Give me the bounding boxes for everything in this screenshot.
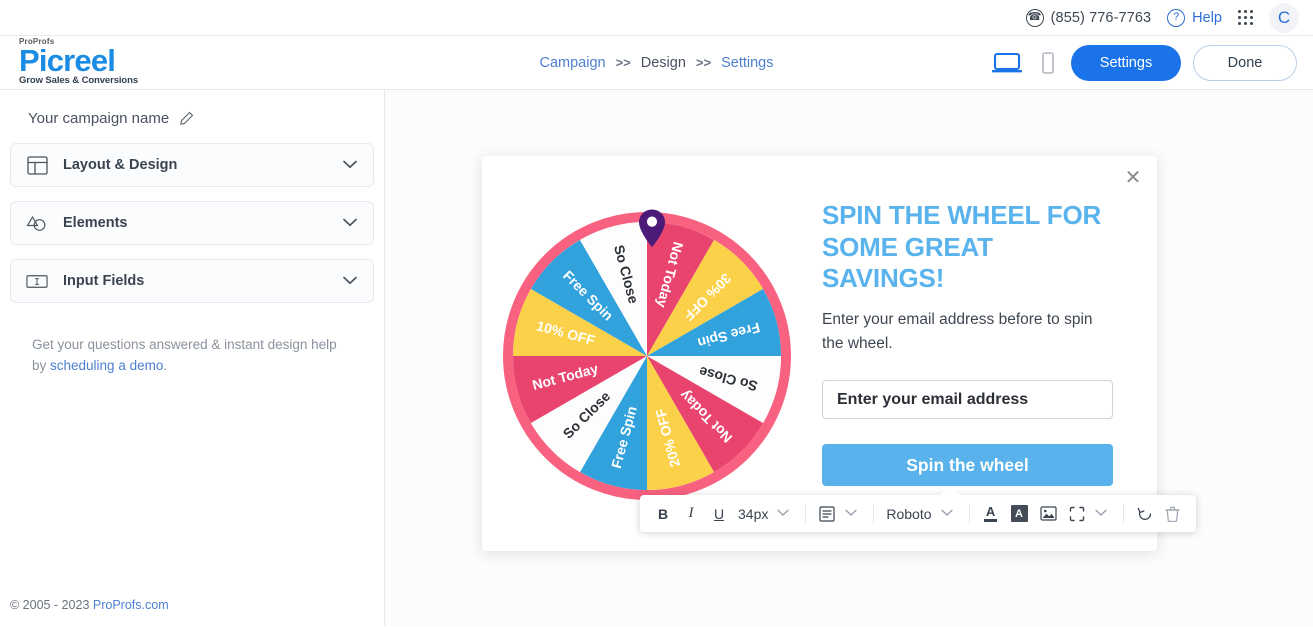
- app-body: Your campaign name Layout & Design Eleme…: [0, 90, 1313, 626]
- bold-button[interactable]: B: [650, 500, 676, 528]
- phone-number[interactable]: ☎ (855) 776-7763: [1025, 8, 1152, 27]
- footer-copyright: © 2005 - 2023 ProProfs.com: [10, 598, 169, 612]
- sidebar-help-text: Get your questions answered & instant de…: [10, 317, 374, 377]
- app-header: ProProfs Picreel Grow Sales & Conversion…: [0, 36, 1313, 90]
- font-size-value[interactable]: 34px: [734, 506, 772, 522]
- help-button[interactable]: ? Help: [1167, 8, 1222, 27]
- chevron-down-icon[interactable]: [343, 214, 357, 232]
- text-format-toolbar: B I U 34px Roboto A A: [640, 486, 1196, 532]
- close-icon[interactable]: ✕: [1121, 166, 1145, 190]
- question-circle-icon: ?: [1167, 8, 1186, 27]
- toolbar-divider: [873, 503, 875, 524]
- toolbar-divider: [805, 503, 807, 524]
- chevron-down-icon[interactable]: [343, 156, 357, 174]
- sidebar-item-input-fields[interactable]: Input Fields: [10, 259, 374, 303]
- crop-icon[interactable]: [1064, 500, 1090, 528]
- proprofs-link[interactable]: ProProfs.com: [93, 598, 169, 612]
- text-input-icon: [26, 270, 48, 292]
- campaign-name-row: Your campaign name: [10, 90, 374, 143]
- spin-the-wheel-button[interactable]: Spin the wheel: [822, 444, 1113, 487]
- chevron-down-icon[interactable]: [842, 508, 865, 520]
- trash-icon[interactable]: [1160, 500, 1186, 528]
- popup-headline[interactable]: SPIN THE WHEEL FOR SOME GREAT SAVINGS!: [822, 200, 1113, 295]
- avatar-initial: C: [1277, 7, 1291, 27]
- avatar[interactable]: C: [1269, 2, 1299, 33]
- campaign-name-label: Your campaign name: [28, 110, 170, 127]
- popup-content-pane: SPIN THE WHEEL FOR SOME GREAT SAVINGS! E…: [812, 156, 1157, 551]
- phone-circle-icon: ☎: [1025, 8, 1044, 27]
- breadcrumb-item-settings[interactable]: Settings: [721, 55, 773, 71]
- logo-tagline: Grow Sales & Conversions: [19, 75, 139, 87]
- help-text-period: .: [163, 357, 168, 373]
- sidebar: Your campaign name Layout & Design Eleme…: [0, 90, 385, 626]
- reset-icon[interactable]: [1132, 500, 1158, 528]
- breadcrumb-item-design[interactable]: Design: [641, 55, 686, 71]
- font-family-value[interactable]: Roboto: [882, 506, 935, 522]
- wheel-pane: Not Today 30% OFF Free Spin So Close Not Tod…: [482, 156, 812, 551]
- underline-button[interactable]: U: [706, 500, 732, 528]
- spin-wheel[interactable]: Not Today 30% OFF Free Spin So Close Not Tod…: [503, 209, 791, 500]
- logo-main-label: Picreel: [19, 42, 116, 78]
- sidebar-item-layout-design[interactable]: Layout & Design: [10, 143, 374, 187]
- highlight-color-icon[interactable]: A: [1006, 500, 1033, 528]
- copyright-text: © 2005 - 2023: [10, 598, 93, 612]
- grid-apps-icon[interactable]: [1238, 10, 1253, 25]
- schedule-demo-link[interactable]: scheduling a demo: [50, 358, 163, 373]
- breadcrumb-separator: >>: [615, 55, 631, 70]
- shapes-icon: [26, 212, 48, 234]
- settings-button[interactable]: Settings: [1071, 44, 1181, 81]
- breadcrumb-item-campaign[interactable]: Campaign: [539, 55, 605, 71]
- mobile-preview-icon[interactable]: [1037, 49, 1059, 77]
- help-label: Help: [1192, 9, 1222, 26]
- sidebar-item-label: Input Fields: [63, 273, 145, 289]
- done-button[interactable]: Done: [1193, 44, 1297, 81]
- chevron-down-icon[interactable]: [938, 508, 961, 520]
- email-input[interactable]: [822, 380, 1113, 420]
- text-align-icon[interactable]: [814, 500, 840, 528]
- chevron-down-icon[interactable]: [1092, 508, 1115, 520]
- spin-wheel-graphic[interactable]: Not Today30% OFFFree SpinSo CloseNot Tod…: [503, 211, 791, 500]
- breadcrumb-separator: >>: [695, 55, 712, 70]
- chevron-down-icon[interactable]: [343, 272, 357, 290]
- design-canvas: ✕ Not Today 30% OFF Free Spin So Close Not T…: [385, 90, 1313, 626]
- top-utility-bar: ☎ (855) 776-7763 ? Help C: [0, 0, 1313, 36]
- sidebar-item-label: Layout & Design: [63, 157, 178, 173]
- desktop-preview-icon[interactable]: [989, 50, 1025, 76]
- header-actions: Settings Done: [989, 44, 1313, 81]
- toolbar-divider: [1122, 503, 1124, 524]
- pencil-icon[interactable]: [179, 111, 194, 126]
- sidebar-item-label: Elements: [63, 215, 128, 231]
- layout-grid-icon: [26, 154, 48, 176]
- chevron-down-icon[interactable]: [774, 508, 797, 520]
- popup-preview: ✕ Not Today 30% OFF Free Spin So Close Not T…: [482, 156, 1157, 551]
- italic-button[interactable]: I: [678, 500, 704, 528]
- logo[interactable]: ProProfs Picreel Grow Sales & Conversion…: [0, 37, 385, 88]
- text-color-icon[interactable]: A: [978, 500, 1004, 528]
- phone-number-label: (855) 776-7763: [1050, 9, 1152, 26]
- popup-subtext[interactable]: Enter your email address before to spin …: [822, 308, 1113, 356]
- insert-image-icon[interactable]: [1035, 500, 1062, 528]
- sidebar-item-elements[interactable]: Elements: [10, 201, 374, 245]
- toolbar-divider: [968, 503, 970, 524]
- wheel-pointer-pin-icon: [639, 209, 665, 247]
